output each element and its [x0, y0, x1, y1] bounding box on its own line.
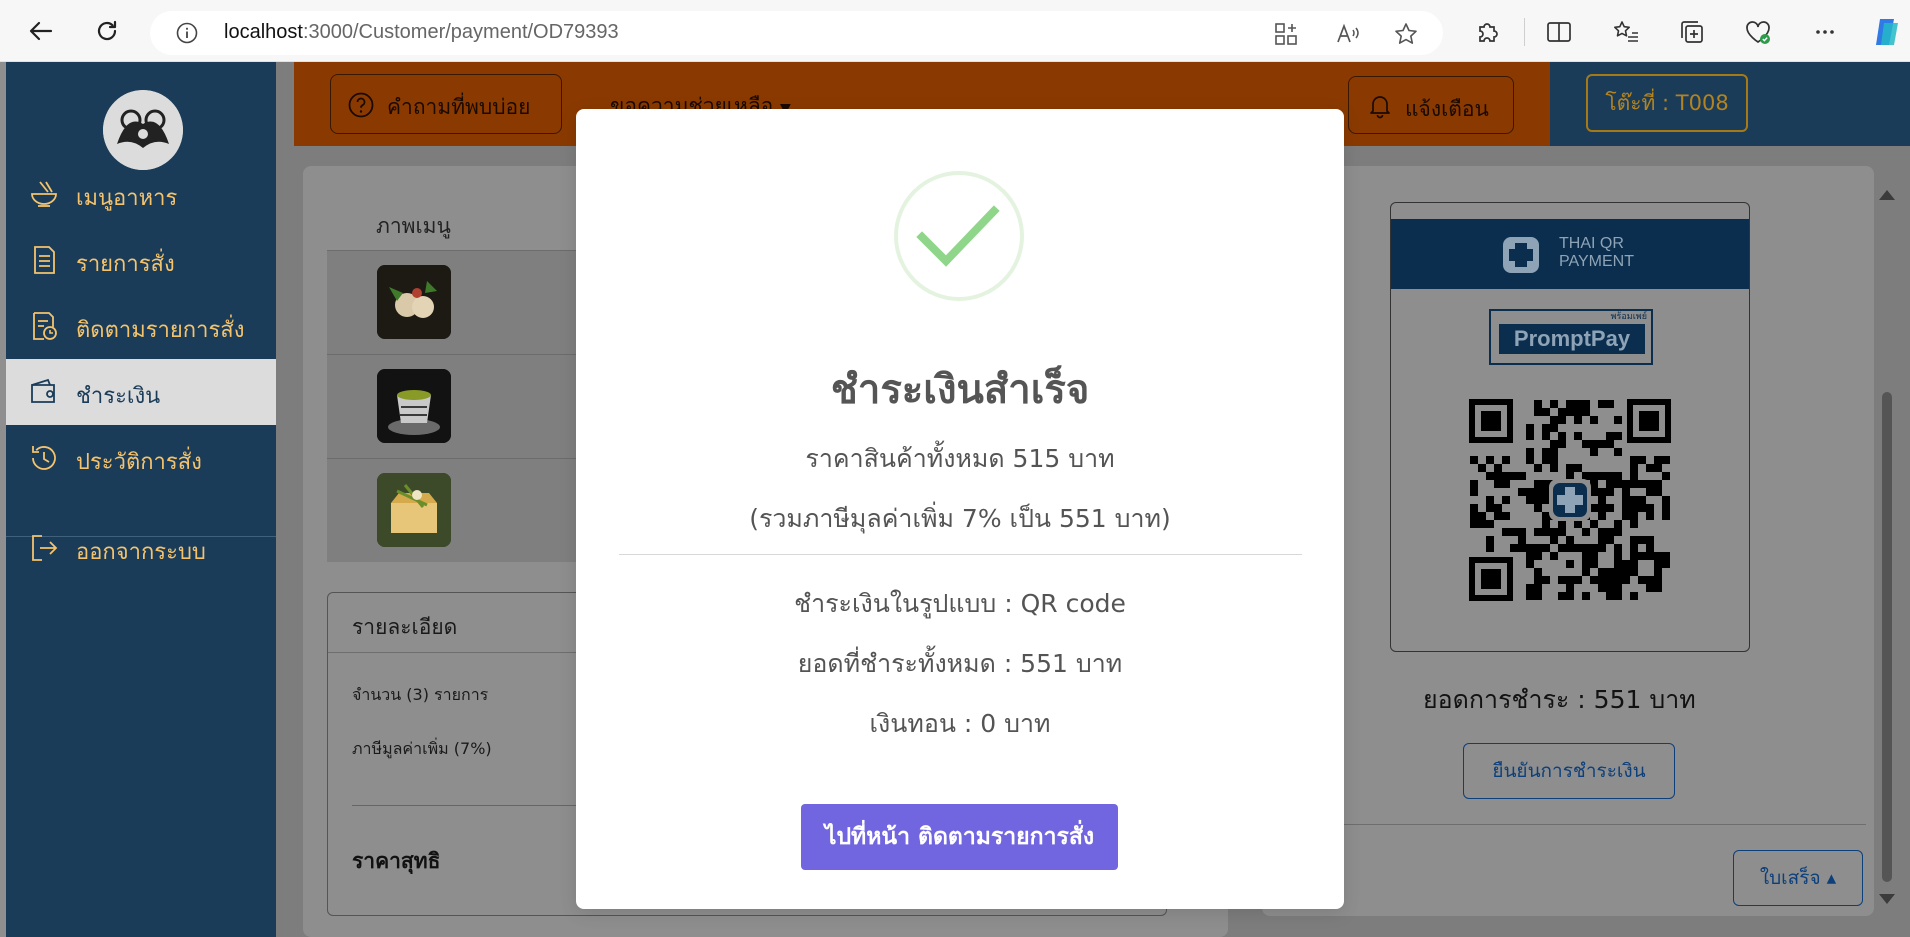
change-text: เงินทอน : 0 บาท: [869, 709, 1051, 738]
faq-button[interactable]: คำถามที่พบบ่อย: [330, 74, 562, 134]
menu-image-column-header: ภาพเมนู: [376, 214, 451, 238]
qr-code: [1469, 399, 1671, 601]
vat-label: ภาษีมูลค่าเพิ่ม (7%): [352, 739, 492, 758]
back-icon[interactable]: [24, 14, 58, 48]
scrollbar-thumb[interactable]: [1882, 392, 1892, 882]
split-screen-icon[interactable]: [1544, 17, 1574, 47]
dialog-divider: [619, 554, 1302, 555]
copilot-icon[interactable]: [1870, 15, 1904, 49]
site-info-icon[interactable]: [176, 22, 198, 44]
scroll-up-arrow[interactable]: [1879, 190, 1895, 200]
browser-essentials-icon[interactable]: [1743, 17, 1773, 47]
table-number-badge: โต๊ะที่ : T008: [1586, 74, 1748, 132]
payment-success-dialog: ชำระเงินสำเร็จ ราคาสินค้าทั้งหมด 515 บาท…: [576, 109, 1344, 909]
refresh-icon[interactable]: [90, 14, 124, 48]
logout-icon: [32, 535, 58, 561]
net-price-label: ราคาสุทธิ: [352, 849, 441, 873]
confirm-payment-button[interactable]: ยืนยันการชำระเงิน: [1463, 743, 1675, 799]
sidebar: เมนูอาหาร รายการสั่ง ติดตามรายการสั่ง ชำ…: [6, 62, 276, 937]
faq-label: คำถามที่พบบ่อย: [387, 95, 531, 119]
food-bowl-icon: [31, 181, 57, 207]
sidebar-item-order-list[interactable]: รายการสั่ง: [6, 227, 276, 293]
browser-toolbar: localhost:3000/Customer/payment/OD79393: [0, 0, 1910, 62]
url-text[interactable]: localhost:3000/Customer/payment/OD79393: [224, 21, 619, 44]
notification-button[interactable]: แจ้งเตือน: [1348, 76, 1514, 134]
question-circle-icon: [348, 92, 374, 118]
restaurant-logo: [103, 90, 183, 170]
toast-dessert-image: [377, 473, 451, 547]
bell-icon: [1370, 96, 1390, 119]
favorites-list-icon[interactable]: [1611, 17, 1641, 47]
payment-method-text: ชำระเงินในรูปแบบ : QR code: [794, 589, 1126, 618]
notification-label: แจ้งเตือน: [1405, 97, 1489, 121]
sidebar-item-food-menu[interactable]: เมนูอาหาร: [6, 161, 276, 227]
sidebar-item-payment[interactable]: ชำระเงิน: [6, 359, 276, 425]
sidebar-item-label: เมนูอาหาร: [76, 186, 178, 211]
item-quantity-label: จำนวน (3) รายการ: [352, 685, 489, 704]
sidebar-item-logout[interactable]: ออกจากระบบ: [6, 515, 276, 581]
payment-divider: [1298, 824, 1866, 825]
thai-qr-logo-icon: [1503, 237, 1539, 273]
sidebar-item-label: รายการสั่ง: [76, 252, 175, 277]
table-row: [327, 354, 587, 458]
app-grid-icon[interactable]: [1273, 21, 1299, 47]
payment-total: ยอดการชำระ : 551 บาท: [1423, 685, 1696, 714]
details-title: รายละเอียด: [352, 615, 458, 639]
thai-qr-header-text: THAI QR PAYMENT: [1559, 235, 1634, 270]
sidebar-item-label: ประวัติการสั่ง: [76, 450, 202, 475]
wallet-icon: [31, 378, 55, 403]
receipt-dropdown-button[interactable]: ใบเสร็จ ▴: [1733, 850, 1863, 906]
promptpay-logo: พร้อมเพย์ PromptPay: [1489, 309, 1653, 365]
paid-total-text: ยอดที่ชำระทั้งหมด : 551 บาท: [797, 649, 1123, 678]
success-check-icon: [894, 171, 1024, 301]
favorite-star-icon[interactable]: [1393, 21, 1419, 47]
thai-qr-header: THAI QR PAYMENT: [1391, 219, 1749, 289]
scroll-down-arrow[interactable]: [1879, 894, 1895, 904]
sidebar-item-history[interactable]: ประวัติการสั่ง: [6, 425, 276, 491]
thai-qr-payment-panel: THAI QR PAYMENT พร้อมเพย์ PromptPay: [1390, 202, 1750, 652]
sidebar-item-label: ติดตามรายการสั่ง: [76, 318, 245, 343]
sushi-dish-image: [377, 265, 451, 339]
go-to-track-order-button[interactable]: ไปที่หน้า ติดตามรายการสั่ง: [801, 804, 1118, 870]
sidebar-item-track-order[interactable]: ติดตามรายการสั่ง: [6, 293, 276, 359]
address-bar[interactable]: localhost:3000/Customer/payment/OD79393: [150, 11, 1443, 55]
table-row: [327, 250, 587, 354]
extensions-icon[interactable]: [1472, 17, 1502, 47]
sidebar-item-label: ชำระเงิน: [76, 384, 161, 409]
dialog-title: ชำระเงินสำเร็จ: [830, 367, 1090, 413]
more-options-icon[interactable]: [1810, 17, 1840, 47]
sidebar-item-label: ออกจากระบบ: [76, 540, 206, 565]
vat-note-text: (รวมภาษีมุลค่าเพิ่ม 7% เป็น 551 บาท): [749, 504, 1171, 533]
order-list-icon: [34, 246, 55, 274]
green-tea-cup-image: [377, 369, 451, 443]
track-order-icon: [33, 312, 57, 340]
collections-icon[interactable]: [1677, 17, 1707, 47]
table-row: [327, 458, 587, 562]
toolbar-divider: [1524, 18, 1525, 46]
subtotal-text: ราคาสินค้าทั้งหมด 515 บาท: [805, 444, 1115, 473]
history-clock-icon: [32, 446, 56, 470]
read-aloud-icon[interactable]: [1335, 21, 1361, 47]
